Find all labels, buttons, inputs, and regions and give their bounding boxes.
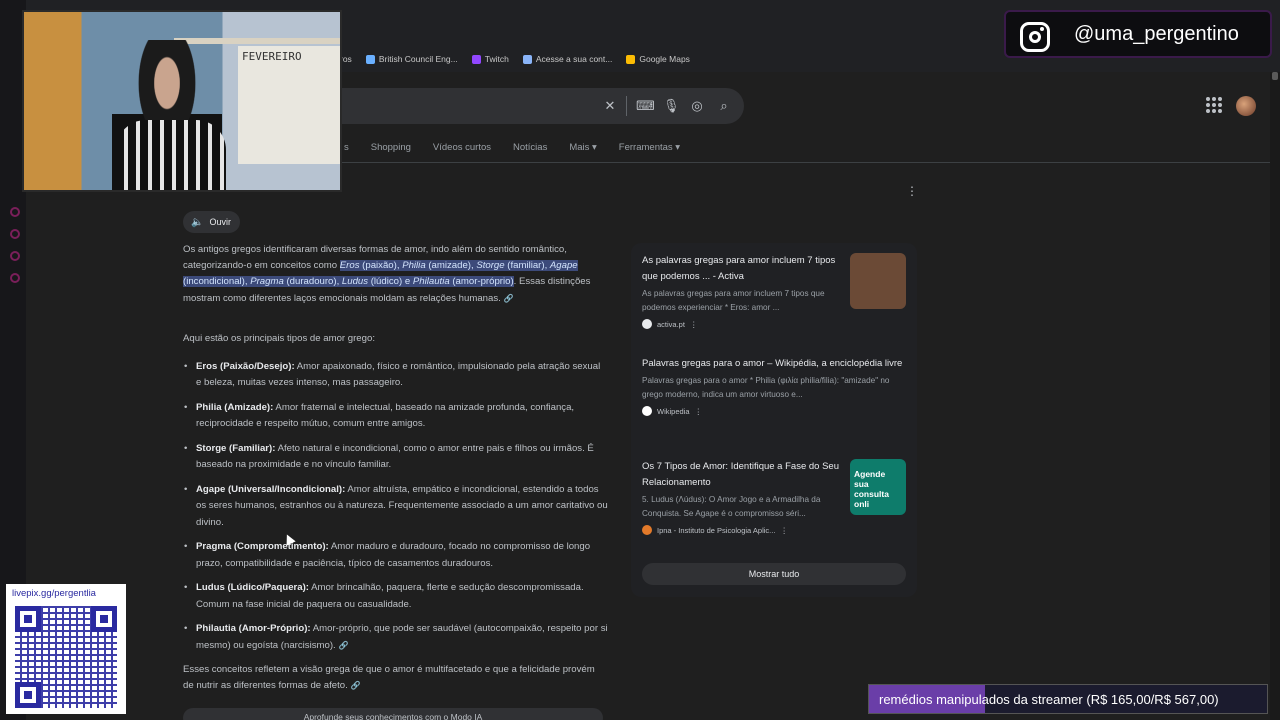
love-type-name: Eros (Paixão/Desejo): xyxy=(196,361,295,372)
link-icon[interactable]: 🔗 xyxy=(351,681,361,690)
list-item: Philautia (Amor-Próprio): Amor-próprio, … xyxy=(183,621,608,654)
ai-mode-button[interactable]: Aprofunde seus conhecimentos com o Modo … xyxy=(183,708,603,720)
bookmark-favicon-icon xyxy=(522,54,532,64)
instagram-icon xyxy=(1020,22,1050,52)
donation-url: livepix.gg/pergentlia xyxy=(12,588,96,599)
source-snippet: As palavras gregas para amor incluem 7 t… xyxy=(642,289,825,312)
search-box[interactable]: ✕ ⌨ 🎙 ◎ ⌕ xyxy=(340,88,744,124)
source-title[interactable]: As palavras gregas para amor incluem 7 t… xyxy=(642,253,840,285)
search-tab[interactable]: Ferramentas ▾ xyxy=(619,142,680,153)
search-tab[interactable]: Notícias xyxy=(513,142,547,153)
more-vert-icon[interactable]: ⋮ xyxy=(690,320,698,329)
speaker-icon: 🔈 xyxy=(191,216,204,228)
search-divider xyxy=(626,96,627,116)
source-thumbnail[interactable]: Agende sua consulta onli xyxy=(850,459,906,515)
more-vert-icon[interactable]: ⋮ xyxy=(780,526,788,535)
webcam-overlay: FEVEREIRO xyxy=(22,10,342,192)
lens-icon[interactable]: ◎ xyxy=(689,98,705,114)
sidebar-dot-icon[interactable] xyxy=(10,273,20,283)
list-item: Eros (Paixão/Desejo): Amor apaixonado, f… xyxy=(183,359,608,392)
source-snippet: Palavras gregas para o amor * Philia (φι… xyxy=(642,376,890,399)
source-card[interactable]: Palavras gregas para o amor – Wikipédia,… xyxy=(642,356,906,416)
donation-qr-panel: livepix.gg/pergentlia xyxy=(6,584,126,714)
bookmark-favicon-icon xyxy=(626,54,636,64)
bookmark-item[interactable]: Twitch xyxy=(471,54,509,64)
ai-overview-intro: Os antigos gregos identificaram diversas… xyxy=(183,242,608,307)
search-icon[interactable]: ⌕ xyxy=(716,98,732,114)
bookmarks-bar: ros British Council Eng... Twitch Acesse a … xyxy=(340,50,690,68)
closing-paragraph: Esses conceitos refletem a visão grega d… xyxy=(183,664,595,692)
calendar-label: FEVEREIRO xyxy=(242,50,302,63)
love-type-name: Agape (Universal/Incondicional): xyxy=(196,484,346,495)
more-vert-icon[interactable]: ⋮ xyxy=(695,407,703,416)
search-tab[interactable]: Mais ▾ xyxy=(569,142,596,153)
instagram-banner: @uma_pergentino xyxy=(1004,10,1272,58)
bookmark-item[interactable]: British Council Eng... xyxy=(365,54,458,64)
sidebar-dot-icon[interactable] xyxy=(10,207,20,217)
donation-goal-bar: remédios manipulados da streamer (R$ 165… xyxy=(868,684,1268,714)
scrollbar-thumb[interactable] xyxy=(1272,72,1278,80)
types-intro: Aqui estão os principais tipos de amor g… xyxy=(183,333,375,344)
sources-panel: As palavras gregas para amor incluem 7 t… xyxy=(631,243,917,597)
bookmark-item[interactable]: Acesse a sua cont... xyxy=(522,54,612,64)
mic-icon[interactable]: 🎙 xyxy=(663,98,680,114)
sidebar-dot-icon[interactable] xyxy=(10,251,20,261)
bookmark-favicon-icon xyxy=(365,54,375,64)
listen-button[interactable]: 🔈 Ouvir xyxy=(183,211,240,233)
search-tab[interactable]: Shopping xyxy=(371,142,411,153)
source-site: Wikipedia xyxy=(657,406,690,416)
google-apps-icon[interactable] xyxy=(1206,97,1222,113)
love-type-name: Storge (Familiar): xyxy=(196,443,276,454)
love-type-name: Philautia (Amor-Próprio): xyxy=(196,623,311,635)
goal-text: remédios manipulados da streamer (R$ 165… xyxy=(879,692,1219,707)
source-title[interactable]: Os 7 Tipos de Amor: Identifique a Fase d… xyxy=(642,459,840,491)
list-item: Ludus (Lúdico/Paquera): Amor brincalhão,… xyxy=(183,580,608,613)
list-item: Storge (Familiar): Afeto natural e incon… xyxy=(183,441,608,474)
source-thumbnail[interactable] xyxy=(850,253,906,309)
love-type-name: Ludus (Lúdico/Paquera): xyxy=(196,582,309,594)
list-item: Philia (Amizade): Amor fraternal e intel… xyxy=(183,400,608,433)
link-icon[interactable]: 🔗 xyxy=(504,294,514,303)
link-icon[interactable]: 🔗 xyxy=(339,641,349,650)
list-item: Agape (Universal/Incondicional): Amor al… xyxy=(183,482,608,531)
source-snippet: 5. Ludus (Λúdus): O Amor Jogo e a Armadi… xyxy=(642,495,821,518)
bookmark-item[interactable]: Google Maps xyxy=(626,54,690,64)
search-tab[interactable]: Vídeos curtos xyxy=(433,142,491,153)
love-type-name: Pragma (Comprometimento): xyxy=(196,541,329,553)
wikipedia-favicon-icon xyxy=(642,406,652,416)
list-item: Pragma (Comprometimento): Amor maduro e … xyxy=(183,539,608,572)
search-tab[interactable]: s xyxy=(344,142,349,153)
source-title[interactable]: Palavras gregas para o amor – Wikipédia,… xyxy=(642,356,906,372)
bookmark-favicon-icon xyxy=(471,54,481,64)
love-type-name: Philia (Amizade): xyxy=(196,402,274,413)
source-card[interactable]: As palavras gregas para amor incluem 7 t… xyxy=(642,253,906,329)
source-card[interactable]: Os 7 Tipos de Amor: Identifique a Fase d… xyxy=(642,459,906,535)
search-tabs: s Shopping Vídeos curtos Notícias Mais ▾ Ferr… xyxy=(344,142,680,153)
listen-label: Ouvir xyxy=(209,217,231,227)
activa-favicon-icon xyxy=(642,319,652,329)
source-site: Ipna - Instituto de Psicologia Aplic... xyxy=(657,525,776,535)
source-site: activa.pt xyxy=(657,319,685,329)
page-scrollbar[interactable] xyxy=(1270,72,1280,720)
more-options-icon[interactable]: ⋮ xyxy=(906,184,918,198)
instagram-handle: @uma_pergentino xyxy=(1074,23,1239,45)
love-types-list: Eros (Paixão/Desejo): Amor apaixonado, f… xyxy=(183,359,608,662)
close-icon[interactable]: ✕ xyxy=(602,98,618,114)
keyboard-icon[interactable]: ⌨ xyxy=(636,98,655,114)
sidebar-dot-icon[interactable] xyxy=(10,229,20,239)
ipna-favicon-icon xyxy=(642,525,652,535)
show-all-button[interactable]: Mostrar tudo xyxy=(642,563,906,585)
account-avatar[interactable] xyxy=(1236,96,1256,116)
